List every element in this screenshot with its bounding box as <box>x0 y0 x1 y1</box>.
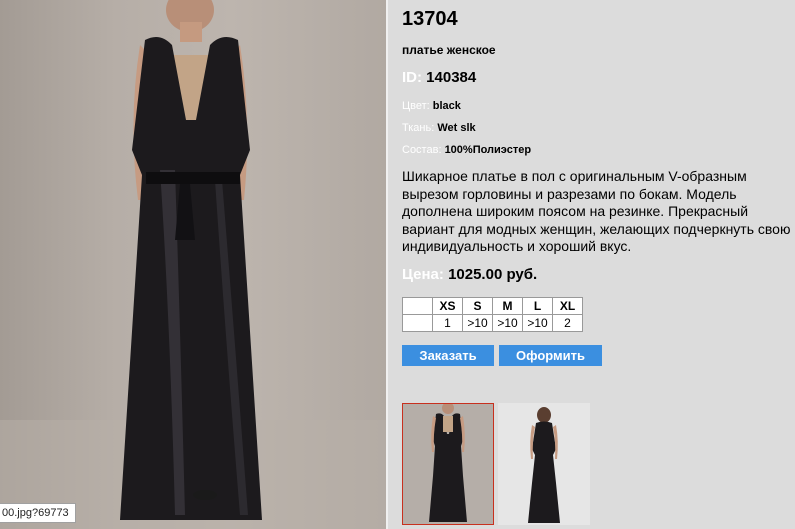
stock-corner-cell <box>402 314 433 332</box>
size-header-cell[interactable]: M <box>492 297 523 315</box>
product-subtitle: платье женское <box>402 43 496 57</box>
size-stock-row: 1 >10 >10 >10 2 <box>402 314 583 332</box>
size-corner-cell <box>402 297 433 315</box>
checkout-button[interactable]: Оформить <box>499 345 602 366</box>
stock-cell: >10 <box>492 314 523 332</box>
product-title: 13704 <box>402 8 458 30</box>
dress-front-thumbnail[interactable] <box>402 403 494 525</box>
dress-back-thumbnail[interactable] <box>498 403 590 525</box>
size-availability-table: XS S M L XL 1 >10 >10 >10 2 <box>402 297 583 332</box>
stock-cell: 2 <box>552 314 583 332</box>
dress-back-thumbnail-image <box>498 403 590 525</box>
id-value: 140384 <box>426 69 477 86</box>
composition-label: Состав: <box>402 144 442 156</box>
id-label: ID: <box>402 69 422 86</box>
dress-model-illustration <box>0 0 386 529</box>
size-header-cell[interactable]: XL <box>552 297 583 315</box>
status-url-tooltip: 00.jpg?69773 <box>0 503 76 523</box>
size-header-row: XS S M L XL <box>402 297 583 315</box>
product-description: Шикарное платье в пол с оригинальным V-о… <box>402 168 791 255</box>
size-header-cell[interactable]: XS <box>432 297 463 315</box>
price-label: Цена: <box>402 266 444 283</box>
size-header-cell[interactable]: L <box>522 297 553 315</box>
color-value: black <box>432 100 461 112</box>
fabric-value: Wet slk <box>437 122 476 134</box>
stock-cell: 1 <box>432 314 463 332</box>
composition-attribute: Состав: 100%Полиэстер <box>402 144 531 156</box>
product-price: Цена: 1025.00 руб. <box>402 266 537 283</box>
dress-front-thumbnail-image <box>403 404 493 524</box>
stock-cell: >10 <box>462 314 493 332</box>
size-header-cell[interactable]: S <box>462 297 493 315</box>
fabric-label: Ткань: <box>402 122 435 134</box>
color-attribute: Цвет: black <box>402 100 461 112</box>
product-main-photo <box>0 0 386 529</box>
price-value: 1025.00 руб. <box>448 266 538 283</box>
product-id: ID: 140384 <box>402 69 476 86</box>
stock-cell: >10 <box>522 314 553 332</box>
composition-value: 100%Полиэстер <box>444 144 532 156</box>
panel-divider <box>386 0 388 529</box>
order-button[interactable]: Заказать <box>402 345 494 366</box>
fabric-attribute: Ткань: Wet slk <box>402 122 476 134</box>
color-label: Цвет: <box>402 100 430 112</box>
